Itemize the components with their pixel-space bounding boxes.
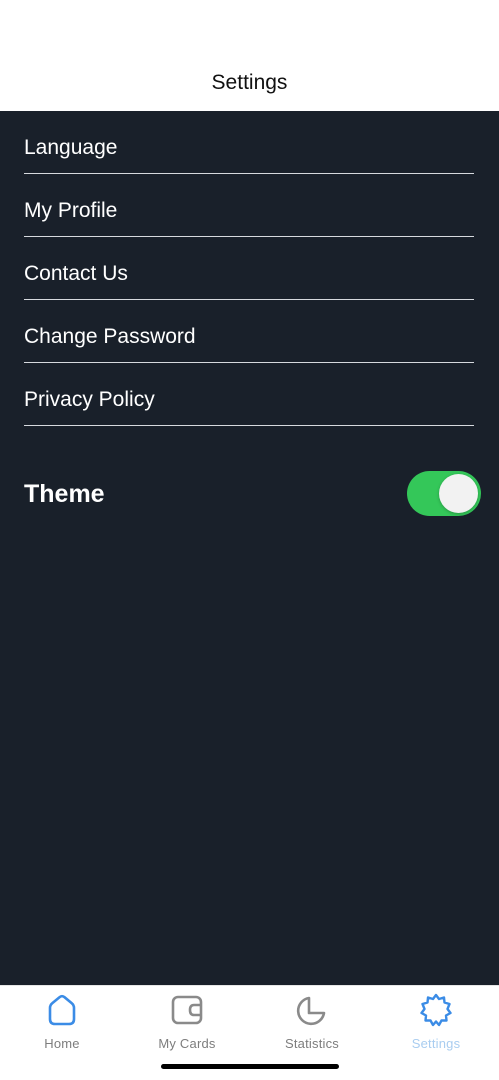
menu-item-label: My Profile	[24, 199, 118, 222]
pie-chart-icon	[296, 996, 326, 1026]
menu-item-label: Language	[24, 136, 118, 159]
toggle-knob	[439, 474, 478, 513]
menu-item-change-password[interactable]: Change Password	[24, 300, 474, 363]
tab-label: My Cards	[158, 1036, 216, 1051]
settings-menu: Language My Profile Contact Us Change Pa…	[24, 111, 474, 426]
home-icon	[48, 994, 76, 1026]
settings-content: Language My Profile Contact Us Change Pa…	[0, 111, 499, 985]
home-indicator	[161, 1064, 339, 1069]
tab-statistics[interactable]: Statistics	[250, 992, 374, 1052]
tab-home[interactable]: Home	[0, 992, 124, 1052]
theme-row: Theme	[24, 471, 481, 517]
gear-icon	[420, 993, 452, 1027]
theme-toggle[interactable]	[407, 471, 481, 516]
menu-item-label: Change Password	[24, 325, 196, 348]
page-title: Settings	[211, 71, 288, 94]
menu-item-privacy-policy[interactable]: Privacy Policy	[24, 363, 474, 426]
menu-item-my-profile[interactable]: My Profile	[24, 174, 474, 237]
menu-item-label: Privacy Policy	[24, 388, 155, 411]
wallet-icon	[171, 995, 203, 1025]
tab-label: Statistics	[284, 1036, 339, 1051]
tab-label: Home	[44, 1036, 80, 1051]
theme-label: Theme	[24, 480, 105, 508]
tab-label: Settings	[411, 1036, 461, 1051]
menu-item-label: Contact Us	[24, 262, 128, 285]
menu-item-language[interactable]: Language	[24, 111, 474, 174]
navigation-header: Settings	[0, 0, 499, 111]
menu-item-contact-us[interactable]: Contact Us	[24, 237, 474, 300]
settings-screen: Settings Language My Profile Contact Us …	[0, 0, 499, 1080]
tab-my-cards[interactable]: My Cards	[125, 992, 249, 1052]
tab-settings[interactable]: Settings	[374, 992, 498, 1052]
